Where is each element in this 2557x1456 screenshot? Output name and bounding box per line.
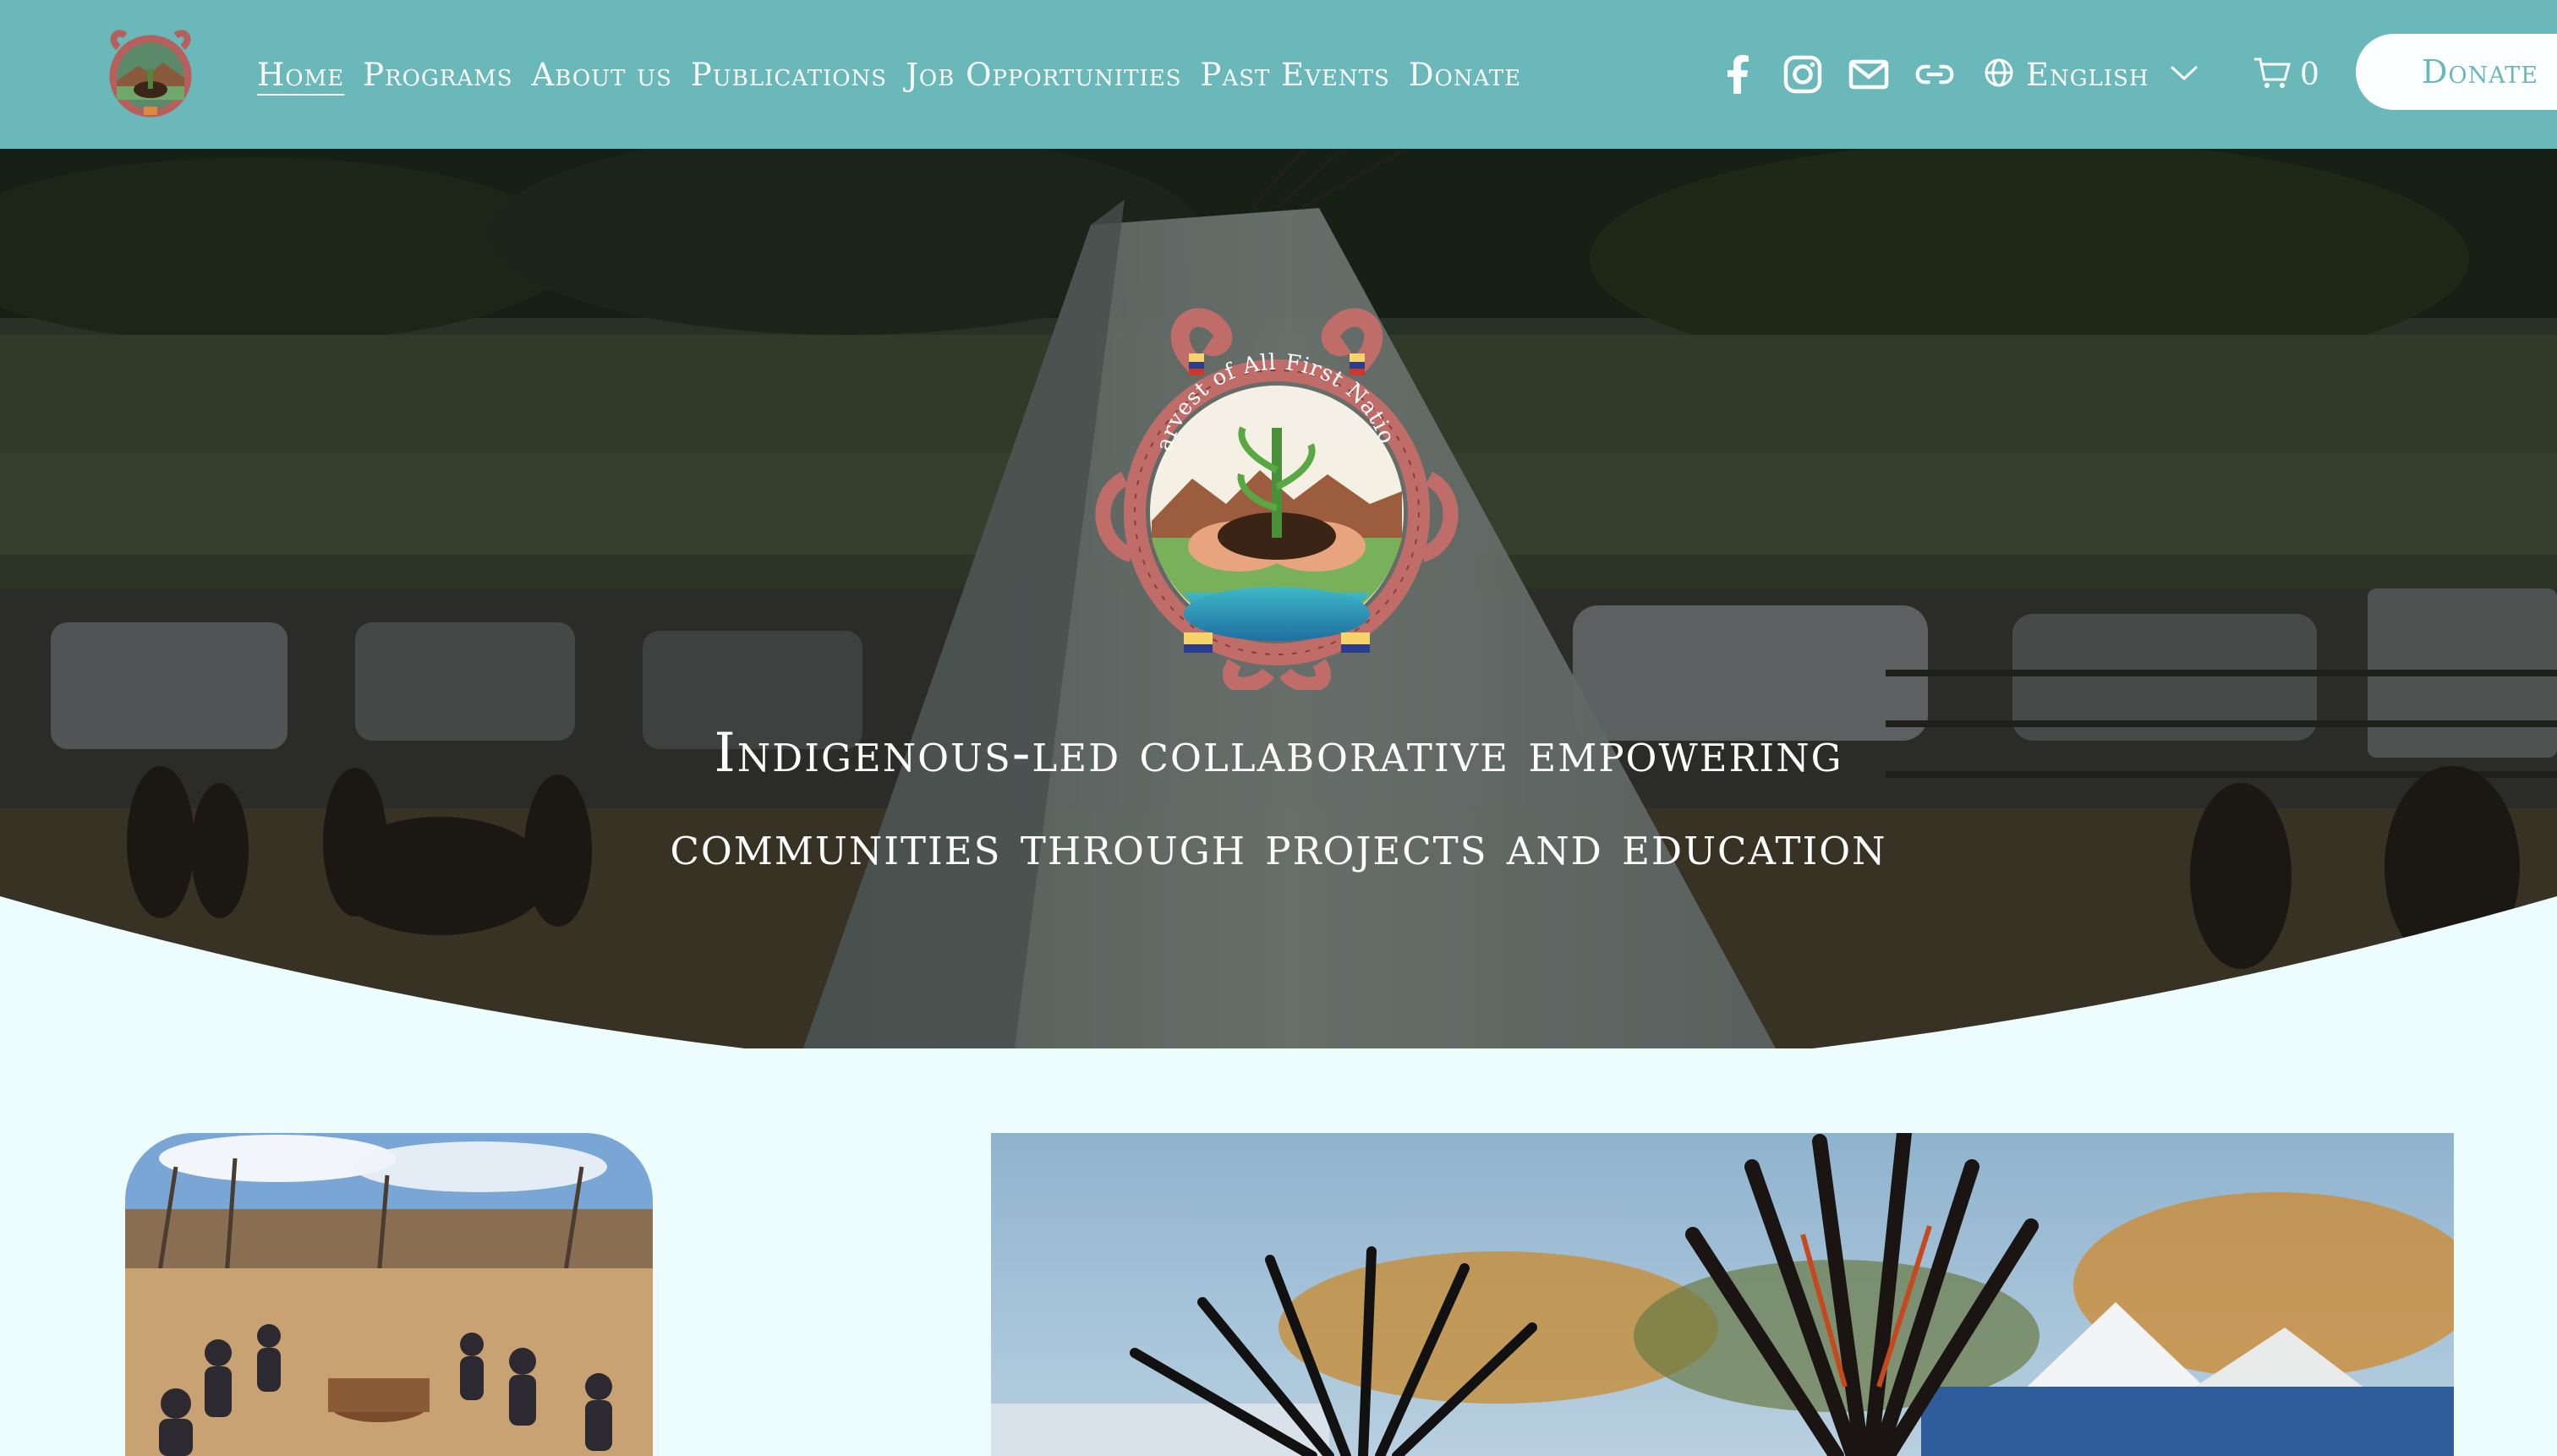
nav-item-home[interactable]: Home <box>257 57 344 93</box>
chevron-down-icon <box>2170 64 2198 85</box>
program-photo-regalia <box>991 1133 2454 1456</box>
hero-title: Indigenous-led collaborative empowering … <box>423 707 2134 893</box>
hero-title-line1: Indigenous-led collaborative empowering <box>714 722 1843 785</box>
cart-count: 0 <box>2300 57 2319 92</box>
site-logo[interactable] <box>100 22 201 123</box>
donate-button[interactable]: Donate <box>2356 34 2557 110</box>
language-label: English <box>2026 56 2149 93</box>
social-links <box>1717 0 1955 149</box>
hero-section: Harvest of All First Nations Indigenous-… <box>0 149 2557 1048</box>
nav-item-programs[interactable]: Programs <box>363 57 512 93</box>
nav-item-publications[interactable]: Publications <box>691 57 887 93</box>
language-selector[interactable]: English <box>1984 0 2198 149</box>
facebook-icon[interactable] <box>1717 54 1757 95</box>
cart-button[interactable]: 0 <box>2253 0 2319 149</box>
link-icon[interactable] <box>1914 54 1955 95</box>
program-photo-gathering <box>125 1133 653 1456</box>
cart-icon <box>2253 56 2291 93</box>
instagram-icon[interactable] <box>1782 54 1823 95</box>
hero-title-line2: communities through projects and educati… <box>670 815 1887 878</box>
nav-item-job-opportunities[interactable]: Job Opportunities <box>906 57 1181 93</box>
nav-item-about-us[interactable]: About us <box>532 57 672 93</box>
main-nav: Home Programs About us Publications Job … <box>257 0 1521 149</box>
nav-item-donate[interactable]: Donate <box>1409 57 1521 93</box>
email-icon[interactable] <box>1848 54 1889 95</box>
nav-item-past-events[interactable]: Past Events <box>1201 57 1390 93</box>
globe-icon <box>1984 57 2014 91</box>
site-header: Home Programs About us Publications Job … <box>0 0 2557 149</box>
organization-seal: Harvest of All First Nations <box>1081 282 1463 692</box>
